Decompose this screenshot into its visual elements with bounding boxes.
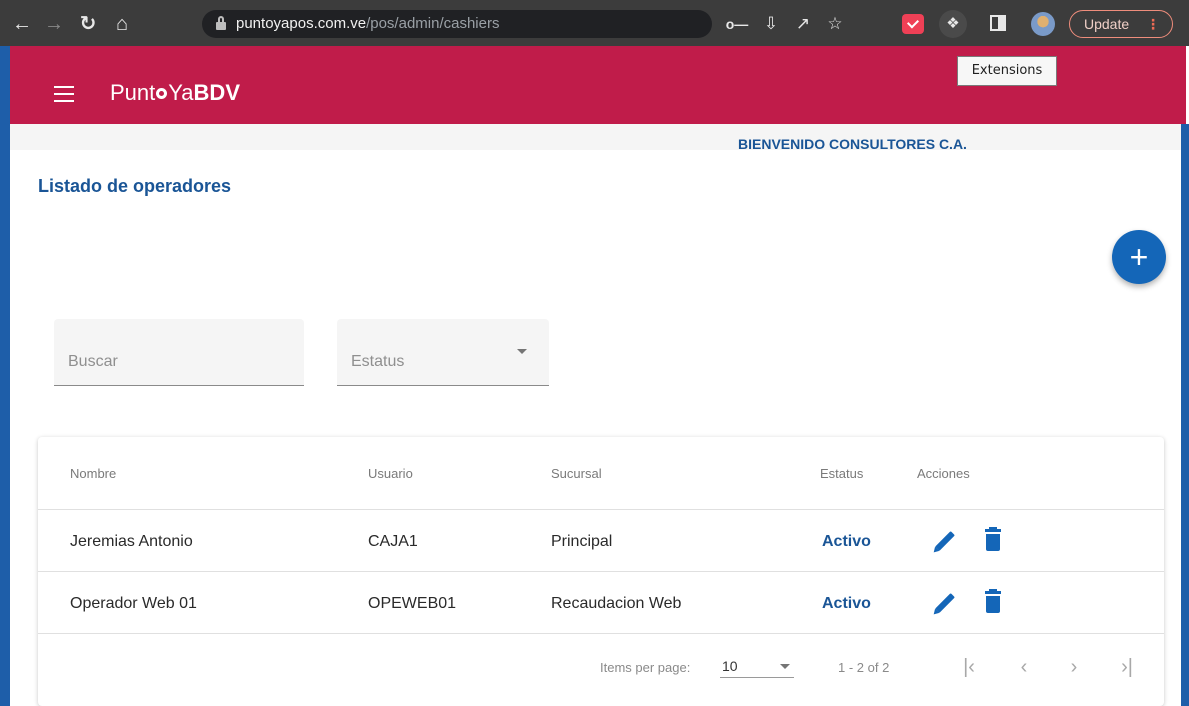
column-header-usuario[interactable]: Usuario bbox=[368, 466, 413, 481]
next-page-icon[interactable]: › bbox=[1061, 654, 1087, 680]
logo-text-2: Ya bbox=[168, 80, 194, 105]
logo-text-bold: BDV bbox=[193, 80, 240, 105]
add-operator-button[interactable]: + bbox=[1112, 230, 1166, 284]
page-size-value: 10 bbox=[722, 658, 738, 674]
address-bar[interactable]: puntoyapos.com.ve/pos/admin/cashiers bbox=[202, 10, 712, 38]
menu-icon[interactable] bbox=[54, 86, 74, 102]
back-arrow-icon[interactable]: ← bbox=[8, 8, 36, 40]
cell-sucursal: Recaudacion Web bbox=[551, 595, 682, 612]
status-placeholder: Estatus bbox=[351, 353, 405, 370]
home-icon[interactable]: ⌂ bbox=[108, 8, 136, 40]
cell-sucursal: Principal bbox=[551, 533, 613, 550]
share-icon[interactable]: ↗ bbox=[790, 8, 816, 40]
logo-dot-icon bbox=[156, 88, 168, 99]
search-placeholder: Buscar bbox=[68, 353, 118, 370]
extensions-tooltip: Extensions bbox=[957, 56, 1057, 86]
cell-nombre: Jeremias Antonio bbox=[70, 533, 193, 550]
row-divider bbox=[38, 571, 1164, 572]
search-input[interactable]: Buscar bbox=[54, 319, 304, 386]
puzzle-icon: ❖ bbox=[946, 15, 960, 32]
url-text: puntoyapos.com.ve/pos/admin/cashiers bbox=[236, 15, 499, 32]
row-divider bbox=[38, 633, 1164, 634]
delete-trash-icon[interactable] bbox=[982, 527, 1006, 552]
frame-edge-left bbox=[0, 46, 10, 706]
reload-icon[interactable]: ↻ bbox=[74, 8, 102, 40]
profile-avatar[interactable] bbox=[1031, 12, 1055, 36]
page-title: Listado de operadores bbox=[38, 176, 232, 196]
welcome-band bbox=[10, 124, 1181, 150]
last-page-icon[interactable]: ›| bbox=[1114, 654, 1140, 680]
update-label: Update bbox=[1084, 16, 1130, 32]
lock-icon bbox=[216, 16, 226, 30]
install-icon[interactable]: ⇩ bbox=[758, 8, 784, 40]
cell-usuario: CAJA1 bbox=[368, 533, 418, 550]
forward-arrow-icon[interactable]: → bbox=[40, 8, 68, 40]
range-label: 1 - 2 of 2 bbox=[838, 660, 890, 675]
welcome-text: BIENVENIDO CONSULTORES C.A. bbox=[738, 136, 967, 152]
more-vert-icon: ⋮ bbox=[1146, 16, 1160, 32]
frame-edge-right bbox=[1181, 124, 1189, 706]
status-select[interactable]: Estatus bbox=[337, 319, 549, 386]
row-divider bbox=[38, 509, 1164, 510]
dropdown-arrow-icon bbox=[780, 664, 790, 669]
edit-pencil-icon[interactable] bbox=[930, 528, 955, 552]
column-header-sucursal[interactable]: Sucursal bbox=[551, 466, 602, 481]
plus-icon: + bbox=[1129, 239, 1149, 275]
app-logo[interactable]: Punt YaBDV bbox=[110, 80, 240, 106]
cell-estatus: Activo bbox=[822, 595, 871, 612]
url-domain: puntoyapos.com.ve bbox=[236, 15, 367, 32]
side-panel-icon[interactable] bbox=[990, 15, 1006, 31]
column-header-estatus[interactable]: Estatus bbox=[820, 466, 863, 481]
browser-toolbar: ← → ↻ ⌂ puntoyapos.com.ve/pos/admin/cash… bbox=[0, 0, 1189, 46]
page-size-select[interactable]: 10 bbox=[720, 656, 794, 678]
pocket-icon[interactable] bbox=[902, 14, 924, 34]
star-icon[interactable]: ☆ bbox=[822, 8, 848, 40]
first-page-icon[interactable]: |‹ bbox=[956, 654, 982, 680]
key-icon[interactable]: o— bbox=[724, 8, 750, 40]
cell-nombre: Operador Web 01 bbox=[70, 595, 197, 612]
update-button[interactable]: Update ⋮ bbox=[1069, 10, 1173, 38]
column-header-acciones: Acciones bbox=[917, 466, 970, 481]
edit-pencil-icon[interactable] bbox=[930, 590, 955, 614]
cell-usuario: OPEWEB01 bbox=[368, 595, 457, 612]
previous-page-icon[interactable]: ‹ bbox=[1011, 654, 1037, 680]
logo-text-1: Punt bbox=[110, 80, 156, 105]
dropdown-arrow-icon bbox=[517, 349, 527, 354]
column-header-nombre[interactable]: Nombre bbox=[70, 466, 116, 481]
delete-trash-icon[interactable] bbox=[982, 589, 1006, 614]
items-per-page-label: Items per page: bbox=[600, 660, 691, 675]
cell-estatus: Activo bbox=[822, 533, 871, 550]
url-path: /pos/admin/cashiers bbox=[366, 15, 500, 32]
